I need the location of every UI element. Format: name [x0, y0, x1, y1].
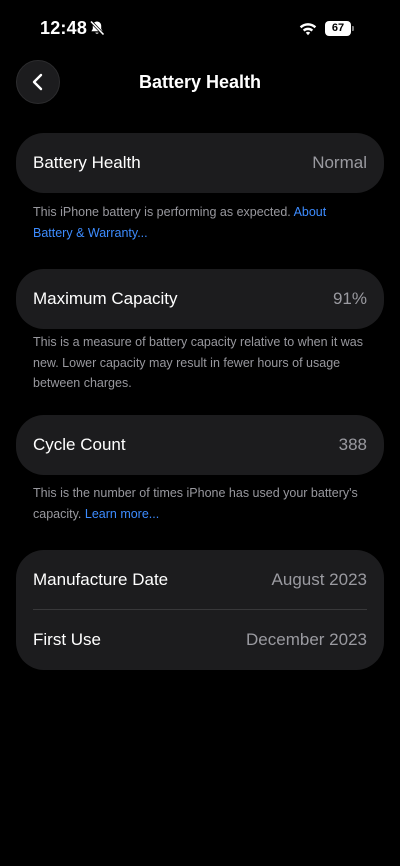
battery-health-card: Battery Health Normal: [16, 133, 384, 193]
first-use-value: December 2023: [246, 630, 367, 649]
maximum-capacity-row: Maximum Capacity 91%: [16, 269, 384, 329]
bell-slash-icon: [89, 20, 105, 36]
battery-health-value: Normal: [312, 153, 367, 172]
status-bar: 12:48 67: [0, 0, 400, 56]
cycle-count-card: Cycle Count 388: [16, 415, 384, 475]
wifi-icon: [299, 22, 317, 36]
cycle-count-footnote-text: This is the number of times iPhone has u…: [33, 486, 358, 521]
manufacture-date-value: August 2023: [271, 570, 367, 589]
learn-more-link[interactable]: Learn more...: [85, 507, 159, 521]
cycle-count-row: Cycle Count 388: [16, 415, 384, 475]
manufacture-date-row: Manufacture Date August 2023: [16, 550, 384, 610]
battery-health-label: Battery Health: [33, 153, 141, 172]
first-use-label: First Use: [33, 630, 101, 649]
first-use-row: First Use December 2023: [16, 610, 384, 670]
battery-level: 67: [325, 21, 351, 36]
chevron-left-icon: [32, 73, 43, 91]
cycle-count-value: 388: [338, 435, 367, 454]
cycle-count-label: Cycle Count: [33, 435, 126, 454]
status-time: 12:48: [40, 18, 88, 38]
maximum-capacity-card: Maximum Capacity 91%: [16, 269, 384, 329]
maximum-capacity-value: 91%: [332, 289, 367, 308]
battery-health-footnote-text: This iPhone battery is performing as exp…: [33, 205, 294, 219]
maximum-capacity-label: Maximum Capacity: [33, 289, 178, 308]
page-title: Battery Health: [138, 72, 262, 92]
battery-health-footnote: This iPhone battery is performing as exp…: [33, 202, 368, 243]
manufacture-date-label: Manufacture Date: [33, 570, 169, 589]
cycle-count-footnote: This is the number of times iPhone has u…: [33, 483, 368, 524]
maximum-capacity-footnote: This is a measure of battery capacity re…: [33, 335, 364, 390]
battery-cap-icon: [352, 26, 354, 31]
back-button[interactable]: [16, 60, 60, 104]
dates-card: Manufacture Date August 2023 First Use D…: [16, 550, 384, 670]
battery-health-row: Battery Health Normal: [16, 133, 384, 193]
